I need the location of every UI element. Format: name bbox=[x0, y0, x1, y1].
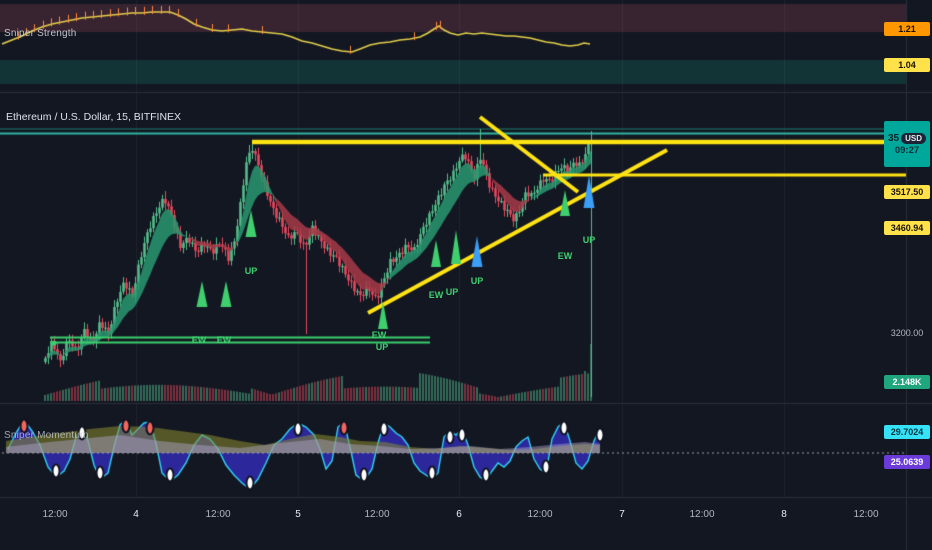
axis-badge: 3460.94 bbox=[884, 221, 930, 235]
axis-badge: 1.04 bbox=[884, 58, 930, 72]
current-price-badge: 35 USD 09:27 bbox=[884, 121, 930, 167]
momentum-panel-title: Sniper Momentum bbox=[4, 430, 89, 441]
axis-badge: 3517.50 bbox=[884, 185, 930, 199]
signal-label-up: UP bbox=[375, 342, 389, 352]
time-axis-label: 12:00 bbox=[364, 509, 390, 520]
signal-label-ew: EW bbox=[428, 290, 444, 300]
time-axis-label: 5 bbox=[295, 509, 301, 520]
axis-price-label: 3200.00 bbox=[890, 328, 924, 338]
signal-label-ew: EW bbox=[371, 330, 387, 340]
signal-label-up: UP bbox=[244, 266, 258, 276]
bar-countdown: 09:27 bbox=[894, 144, 920, 156]
axis-badge: 29.7024 bbox=[884, 425, 930, 439]
signal-label-ew: EW bbox=[557, 251, 573, 261]
axis-badge: 25.0639 bbox=[884, 455, 930, 469]
signal-label-up: UP bbox=[470, 276, 484, 286]
time-axis-label: 12:00 bbox=[42, 509, 68, 520]
current-price-value: 35 bbox=[887, 132, 900, 144]
time-axis-label: 12:00 bbox=[205, 509, 231, 520]
time-axis-label: 12:00 bbox=[527, 509, 553, 520]
time-axis-label: 12:00 bbox=[853, 509, 879, 520]
usd-unit-button[interactable]: USD bbox=[901, 132, 926, 144]
signal-label-ew: EW bbox=[216, 335, 232, 345]
symbol-legend: Ethereum / U.S. Dollar, 15, BITFINEX bbox=[6, 111, 182, 123]
signal-label-ew: EW bbox=[191, 335, 207, 345]
axis-badge: 1.21 bbox=[884, 22, 930, 36]
time-axis-label: 12:00 bbox=[689, 509, 715, 520]
trading-chart-window: Sniper Strength Ethereum / U.S. Dollar, … bbox=[0, 0, 932, 550]
signal-label-up: UP bbox=[582, 235, 596, 245]
time-axis-label: 7 bbox=[619, 509, 625, 520]
time-axis-label: 8 bbox=[781, 509, 787, 520]
time-axis-label: 6 bbox=[456, 509, 462, 520]
axis-badge: 2.148K bbox=[884, 375, 930, 389]
strength-panel-title: Sniper Strength bbox=[4, 28, 77, 39]
time-axis-label: 4 bbox=[133, 509, 139, 520]
signal-label-up: UP bbox=[445, 287, 459, 297]
chart-canvas[interactable] bbox=[0, 0, 932, 550]
